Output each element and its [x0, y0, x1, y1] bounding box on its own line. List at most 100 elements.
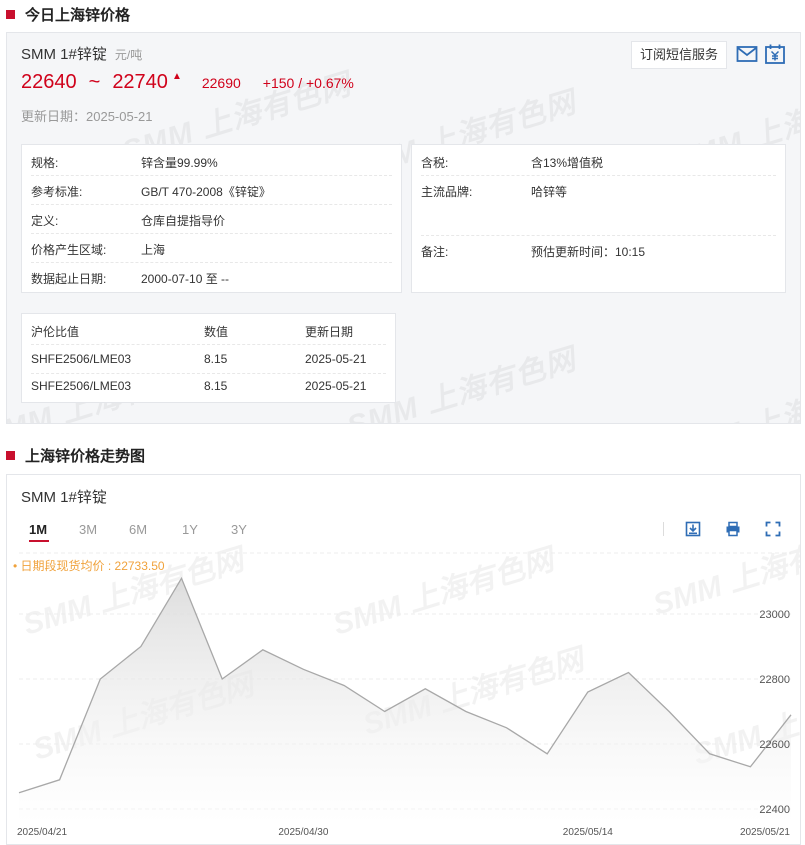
- subscribe-sms-button[interactable]: 订阅短信服务: [631, 41, 728, 69]
- spec-box-left: 规格: 锌含量99.99% 参考标准: GB/T 470-2008《锌锭》 定义…: [21, 144, 402, 293]
- product-name-text: SMM 1#锌锭: [21, 46, 107, 63]
- tab-1y[interactable]: 1Y: [182, 522, 198, 537]
- price-high: 22740: [112, 71, 168, 93]
- data-point[interactable]: [301, 667, 305, 671]
- data-point[interactable]: [789, 713, 793, 717]
- spec-key: 价格产生区域:: [31, 243, 107, 257]
- spec-row: 价格产生区域: 上海: [31, 234, 392, 263]
- section-title-trend: 上海锌价格走势图: [6, 445, 145, 466]
- spec-key: 数据起止日期:: [31, 272, 107, 286]
- y-tick-label: 22400: [759, 804, 790, 816]
- spec-value: 2000-07-10 至 --: [141, 272, 230, 286]
- data-point[interactable]: [464, 710, 468, 714]
- active-tab-underline: [29, 540, 49, 542]
- chart-product-name: SMM 1#锌锭: [21, 489, 107, 506]
- section-title-text: 上海锌价格走势图: [25, 448, 146, 465]
- spec-row: 参考标准: GB/T 470-2008《锌锭》: [31, 176, 392, 205]
- price-change-percent: +0.67%: [306, 75, 354, 91]
- spec-row: 含税: 含13%增值税: [421, 147, 776, 176]
- data-point[interactable]: [58, 778, 62, 782]
- spec-row: 数据起止日期: 2000-07-10 至 --: [31, 263, 392, 292]
- download-icon[interactable]: [685, 521, 701, 537]
- price-change: +150 / +0.67%: [263, 75, 354, 91]
- x-tick-label: 2025/05/21: [740, 827, 790, 838]
- spec-value: 锌含量99.99%: [141, 156, 218, 170]
- x-tick-label: 2025/04/30: [278, 827, 328, 838]
- spec-value: GB/T 470-2008《锌锭》: [141, 185, 271, 199]
- spec-key: 规格:: [31, 156, 59, 170]
- ratio-table-header: 沪伦比值 数值 更新日期: [31, 316, 386, 345]
- mail-icon[interactable]: [736, 43, 758, 65]
- data-point[interactable]: [586, 690, 590, 694]
- tab-3y[interactable]: 3Y: [231, 522, 247, 537]
- data-point[interactable]: [261, 648, 265, 652]
- tab-6m[interactable]: 6M: [129, 522, 147, 537]
- spec-row: 定义: 仓库自提指导价: [31, 205, 392, 234]
- period-average-note: • 日期段现货均价 : 22733.50: [13, 559, 165, 573]
- tab-1m[interactable]: 1M: [29, 522, 47, 537]
- product-name: SMM 1#锌锭 元/吨: [21, 43, 142, 64]
- price-low: 22640: [21, 71, 77, 93]
- price-change-separator: /: [298, 75, 303, 91]
- ratio-header-date: 更新日期: [305, 325, 354, 339]
- data-point[interactable]: [505, 726, 509, 730]
- spec-key: 备注:: [421, 245, 449, 259]
- section-title-today-price: 今日上海锌价格: [6, 4, 130, 25]
- data-point[interactable]: [220, 677, 224, 681]
- data-point[interactable]: [748, 765, 752, 769]
- watermark: SMM 上海有色网: [649, 522, 801, 621]
- spec-key: 定义:: [31, 214, 59, 228]
- spec-key: 含税:: [421, 156, 449, 170]
- spec-value: 预估更新时间：10:15: [531, 245, 646, 259]
- data-point[interactable]: [626, 671, 630, 675]
- data-point[interactable]: [423, 687, 427, 691]
- ratio-name: SHFE2506/LME03: [31, 379, 132, 393]
- print-icon[interactable]: [725, 521, 741, 537]
- y-tick-label: 22600: [759, 739, 790, 751]
- price-range-separator: ~: [88, 71, 101, 93]
- spec-key: 主流品牌:: [421, 185, 473, 199]
- average-price: 22690: [201, 75, 241, 91]
- table-row: SHFE2506/LME03 8.15 2025-05-21: [31, 345, 386, 374]
- ratio-table: 沪伦比值 数值 更新日期 SHFE2506/LME03 8.15 2025-05…: [21, 313, 396, 403]
- y-tick-label: 22800: [759, 674, 790, 686]
- ratio-name: SHFE2506/LME03: [31, 352, 132, 366]
- data-point[interactable]: [342, 684, 346, 688]
- tab-3m[interactable]: 3M: [79, 522, 97, 537]
- spec-row: 规格: 锌含量99.99%: [31, 147, 392, 176]
- data-point[interactable]: [17, 791, 21, 795]
- fullscreen-icon[interactable]: [765, 521, 781, 537]
- spec-value: 含13%增值税: [531, 156, 604, 170]
- data-point[interactable]: [545, 752, 549, 756]
- spec-box-right: 含税: 含13%增值税 主流品牌: 哈锌等 备注: 预估更新时间：10:15: [411, 144, 786, 293]
- ratio-date: 2025-05-21: [305, 379, 367, 393]
- ratio-header-name: 沪伦比值: [31, 325, 80, 339]
- toolbar-divider: [663, 522, 664, 536]
- y-tick-label: 23000: [759, 609, 790, 621]
- data-point[interactable]: [98, 677, 102, 681]
- data-point[interactable]: [708, 752, 712, 756]
- section-title-text: 今日上海锌价格: [25, 7, 131, 24]
- data-point[interactable]: [180, 576, 184, 580]
- spec-value: 上海: [141, 243, 166, 257]
- price-row: 22640 ~22740 ▲ 22690 +150 / +0.67%: [21, 71, 354, 94]
- ratio-header-value: 数值: [204, 325, 229, 339]
- data-point[interactable]: [667, 710, 671, 714]
- spec-row: 主流品牌: 哈锌等: [421, 176, 776, 236]
- calendar-yen-icon[interactable]: [764, 43, 786, 65]
- ratio-value: 8.15: [204, 379, 228, 393]
- price-change-value: +150: [262, 75, 295, 91]
- data-point[interactable]: [139, 645, 143, 649]
- spec-value: 仓库自提指导价: [141, 214, 226, 228]
- trend-chart-panel: SMM 上海有色网 SMM 上海有色网 SMM 上海有色网 SMM 上海有色网 SMM …: [6, 474, 801, 845]
- ratio-date: 2025-05-21: [305, 352, 367, 366]
- data-point[interactable]: [383, 710, 387, 714]
- section-marker: [6, 10, 15, 19]
- x-tick-label: 2025/05/14: [563, 827, 613, 838]
- spec-row: 备注: 预估更新时间：10:15: [421, 236, 776, 265]
- table-row: SHFE2506/LME03 8.15 2025-05-21: [31, 372, 386, 401]
- price-info-panel: SMM 上海有色网 SMM 上海有色网 SMM 上海有色网 SMM 上海有色网 …: [6, 32, 801, 424]
- price-unit: 元/吨: [114, 48, 143, 62]
- spec-key: 参考标准:: [31, 185, 83, 199]
- watermark: SMM 上海有色网: [668, 367, 801, 424]
